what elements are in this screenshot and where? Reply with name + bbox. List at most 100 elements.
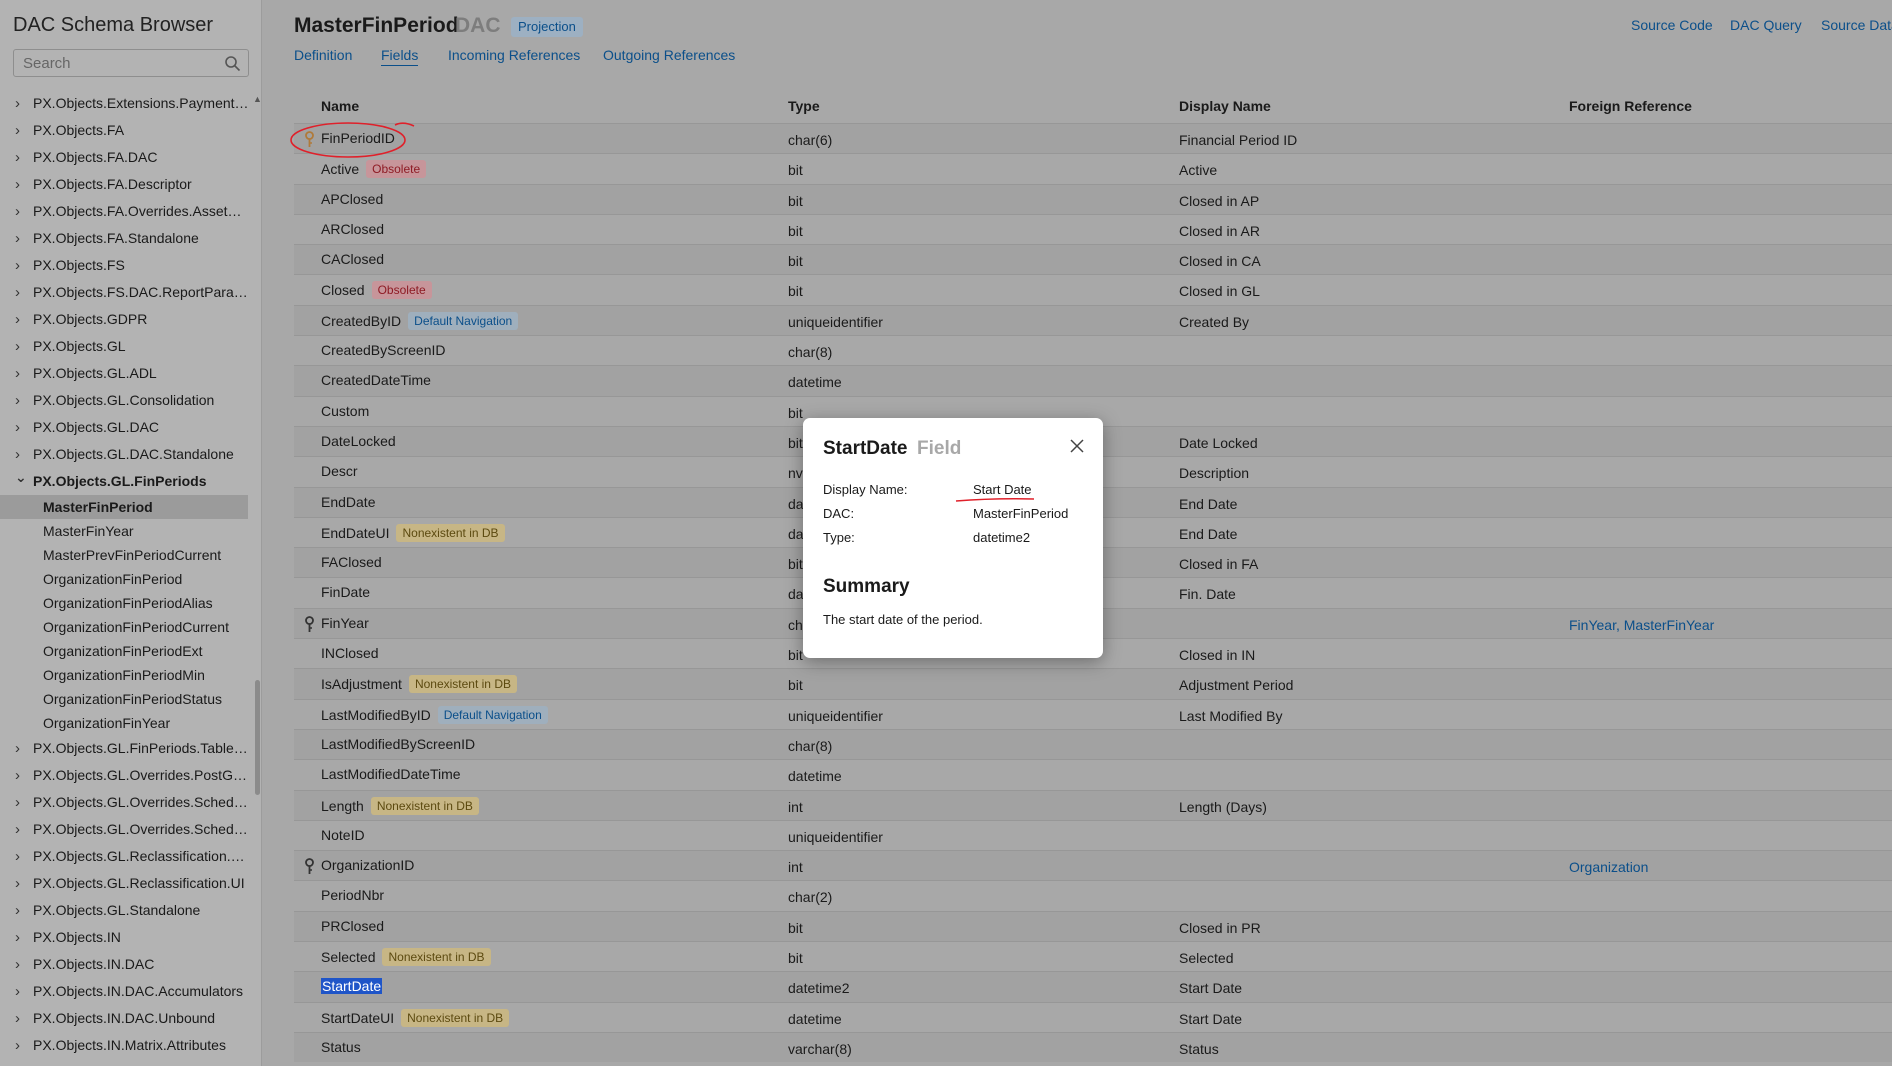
table-row[interactable]: PeriodNbr char(2) (294, 880, 1892, 910)
search-icon[interactable] (224, 55, 241, 72)
field-name[interactable]: LastModifiedByID (321, 707, 431, 723)
field-name[interactable]: OrganizationID (321, 857, 414, 873)
field-name[interactable]: CreatedByScreenID (321, 342, 446, 358)
field-name[interactable]: Closed (321, 282, 365, 298)
tree-item-px-objects-gl-dac-standalone[interactable]: › PX.Objects.GL.DAC.Standalone (0, 441, 250, 468)
tree-item-px-objects-gl-dac[interactable]: › PX.Objects.GL.DAC (0, 414, 250, 441)
field-name[interactable]: Selected (321, 949, 375, 965)
tree-item-px-objects-fs-dac-reportparam[interactable]: › PX.Objects.FS.DAC.ReportParam... (0, 279, 250, 306)
tree-child-organizationfinperiodmin[interactable]: OrganizationFinPeriodMin (0, 663, 248, 687)
chevron-right-icon[interactable]: › (15, 306, 20, 333)
table-row[interactable]: Closed Obsolete bit Closed in GL (294, 274, 1892, 304)
field-name[interactable]: StartDateUI (321, 1010, 394, 1026)
chevron-right-icon[interactable]: › (15, 735, 20, 762)
tree-item-px-objects-in-matrix-attributes[interactable]: › PX.Objects.IN.Matrix.Attributes (0, 1032, 250, 1059)
chevron-right-icon[interactable]: › (15, 951, 20, 978)
search-input[interactable] (23, 55, 213, 72)
table-row[interactable]: LastModifiedByID Default Navigation unique… (294, 698, 1892, 729)
tree-item-px-objects-gl-reclassification-co[interactable]: › PX.Objects.GL.Reclassification.Co... (0, 843, 250, 870)
chevron-right-icon[interactable]: › (15, 171, 20, 198)
table-row[interactable]: CAClosed bit Closed in CA (294, 244, 1892, 275)
chevron-right-icon[interactable]: › (15, 117, 20, 144)
table-row[interactable]: NoteID uniqueidentifier (294, 819, 1892, 850)
chevron-right-icon[interactable]: › (15, 897, 20, 924)
table-row[interactable]: Active Obsolete bit Active (294, 153, 1892, 183)
tree-child-organizationfinperiodstatus[interactable]: OrganizationFinPeriodStatus (0, 687, 248, 711)
tree-item-px-objects-in-dac-accumulators[interactable]: › PX.Objects.IN.DAC.Accumulators (0, 978, 250, 1005)
tree-item-px-objects-gl-standalone[interactable]: › PX.Objects.GL.Standalone (0, 897, 250, 924)
tree-child-organizationfinperiodalias[interactable]: OrganizationFinPeriodAlias (0, 591, 248, 615)
table-row[interactable]: LastModifiedByScreenID char(8) (294, 728, 1892, 760)
field-name[interactable]: StartDate (321, 978, 383, 995)
field-name[interactable]: CreatedByID (321, 313, 401, 329)
chevron-right-icon[interactable]: › (15, 789, 20, 816)
field-name[interactable]: APClosed (321, 191, 383, 207)
chevron-right-icon[interactable]: › (15, 360, 20, 387)
chevron-right-icon[interactable]: › (15, 414, 20, 441)
table-row[interactable]: StartDateUI Nonexistent in DB datetime Star… (294, 1001, 1892, 1032)
chevron-right-icon[interactable]: › (15, 924, 20, 951)
field-name[interactable]: LastModifiedByScreenID (321, 736, 475, 752)
column-header-foreign-reference[interactable]: Foreign Reference (1569, 98, 1692, 114)
tree-item-px-objects-gl-consolidation[interactable]: › PX.Objects.GL.Consolidation (0, 387, 250, 414)
field-name[interactable]: FAClosed (321, 554, 382, 570)
tree-item-px-objects-extensions-paymenttr[interactable]: › PX.Objects.Extensions.PaymentTr... (0, 90, 250, 117)
search-box[interactable] (13, 49, 249, 77)
table-row[interactable]: ARClosed bit Closed in AR (294, 213, 1892, 244)
field-name[interactable]: CreatedDateTime (321, 372, 431, 388)
tab-incoming-references[interactable]: Incoming References (448, 47, 580, 63)
tree-child-masterprevfinperiodcurrent[interactable]: MasterPrevFinPeriodCurrent (0, 543, 248, 567)
close-icon[interactable] (1069, 438, 1085, 454)
tree-item-px-objects-in[interactable]: › PX.Objects.IN (0, 924, 250, 951)
table-row[interactable]: Status varchar(8) Status (294, 1031, 1892, 1063)
chevron-right-icon[interactable]: › (15, 225, 20, 252)
source-data-link[interactable]: Source Data (1821, 17, 1892, 33)
tree-item-px-objects-gl-reclassification-ui[interactable]: › PX.Objects.GL.Reclassification.UI (0, 870, 250, 897)
tab-outgoing-references[interactable]: Outgoing References (603, 47, 735, 63)
field-name[interactable]: Descr (321, 463, 358, 479)
chevron-right-icon[interactable]: › (15, 762, 20, 789)
column-header-name[interactable]: Name (321, 98, 359, 114)
sidebar-scrollbar[interactable] (255, 680, 260, 795)
chevron-right-icon[interactable]: › (15, 387, 20, 414)
chevron-down-icon[interactable]: ⌄ (15, 468, 27, 491)
table-row[interactable]: Selected Nonexistent in DB bit Selected (294, 941, 1892, 971)
field-name[interactable]: FinYear (321, 615, 369, 631)
tree-item-px-objects-gdpr[interactable]: › PX.Objects.GDPR (0, 306, 250, 333)
field-name[interactable]: ARClosed (321, 221, 384, 237)
table-row[interactable]: LastModifiedDateTime datetime (294, 759, 1892, 789)
chevron-right-icon[interactable]: › (15, 816, 20, 843)
field-name[interactable]: Active (321, 161, 359, 177)
tree-item-px-objects-gl-overrides-schedul[interactable]: › PX.Objects.GL.Overrides.Schedul... (0, 816, 250, 843)
tree-item-px-objects-in-dac-unbound[interactable]: › PX.Objects.IN.DAC.Unbound (0, 1005, 250, 1032)
field-name[interactable]: Length (321, 798, 364, 814)
table-row[interactable]: StartDate datetime2 Start Date (294, 971, 1892, 1002)
tree-item-px-objects-gl-adl[interactable]: › PX.Objects.GL.ADL (0, 360, 250, 387)
tree-item-px-objects-gl-finperiods[interactable]: ⌄ PX.Objects.GL.FinPeriods (0, 468, 250, 495)
field-name[interactable]: NoteID (321, 827, 365, 843)
tree-item-px-objects-gl[interactable]: › PX.Objects.GL (0, 333, 250, 360)
field-name[interactable]: INClosed (321, 645, 379, 661)
field-name[interactable]: IsAdjustment (321, 676, 402, 692)
chevron-right-icon[interactable]: › (15, 144, 20, 171)
tree-child-organizationfinyear[interactable]: OrganizationFinYear (0, 711, 248, 735)
chevron-right-icon[interactable]: › (15, 978, 20, 1005)
chevron-right-icon[interactable]: › (15, 198, 20, 225)
tree-child-masterfinperiod[interactable]: MasterFinPeriod (0, 495, 248, 519)
field-name[interactable]: FinPeriodID (321, 130, 395, 146)
table-row[interactable]: PRClosed bit Closed in PR (294, 910, 1892, 942)
field-name[interactable]: LastModifiedDateTime (321, 766, 461, 782)
column-header-display-name[interactable]: Display Name (1179, 98, 1271, 114)
field-name[interactable]: PRClosed (321, 918, 384, 934)
chevron-right-icon[interactable]: › (15, 333, 20, 360)
field-name[interactable]: PeriodNbr (321, 887, 384, 903)
field-foreign-reference[interactable]: FinYear, MasterFinYear (1569, 617, 1714, 633)
field-name[interactable]: CAClosed (321, 251, 384, 267)
dac-query-link[interactable]: DAC Query (1730, 17, 1802, 33)
field-name[interactable]: EndDateUI (321, 525, 389, 541)
column-header-type[interactable]: Type (788, 98, 820, 114)
table-row[interactable]: OrganizationID int Organization (294, 850, 1892, 881)
table-row[interactable]: CreatedByID Default Navigation uniqueident… (294, 304, 1892, 336)
source-code-link[interactable]: Source Code (1631, 17, 1713, 33)
field-name[interactable]: Custom (321, 403, 369, 419)
